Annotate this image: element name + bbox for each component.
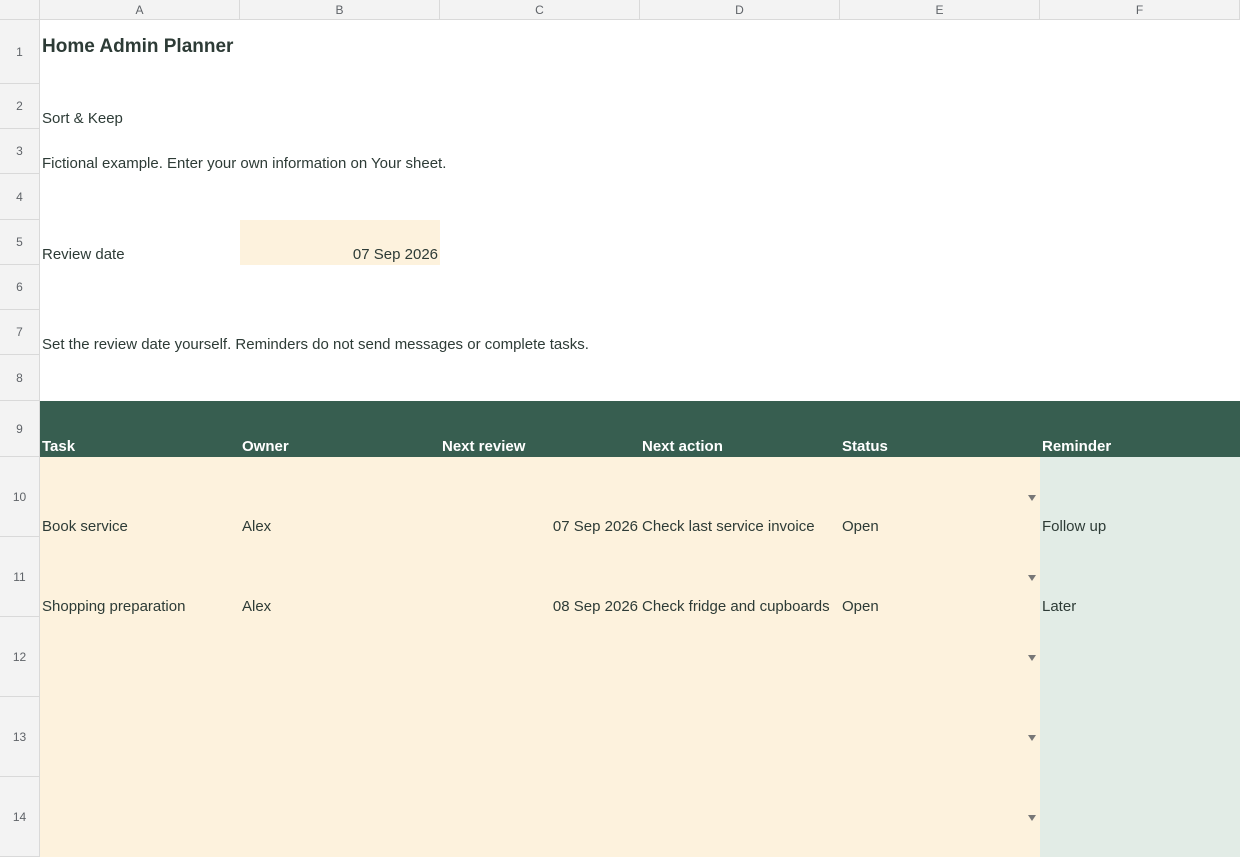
column-header-a[interactable]: A xyxy=(40,0,240,20)
status-dropdown[interactable]: Open xyxy=(840,537,1040,617)
task-cell[interactable]: Book service xyxy=(40,457,240,537)
sheet-subtitle: Sort & Keep xyxy=(42,110,123,127)
row-header-4[interactable]: 4 xyxy=(0,174,40,220)
status-dropdown[interactable] xyxy=(840,697,1040,777)
next-action-cell[interactable]: Check fridge and cupboards xyxy=(640,537,840,617)
header-status: Status xyxy=(842,438,888,455)
status-dropdown[interactable] xyxy=(840,617,1040,697)
column-header-c[interactable]: C xyxy=(440,0,640,20)
column-header-e[interactable]: E xyxy=(840,0,1040,20)
row-header-9[interactable]: 9 xyxy=(0,401,40,457)
row-header-2[interactable]: 2 xyxy=(0,84,40,129)
reminder-cell: Follow up xyxy=(1042,518,1107,535)
row-header-5[interactable]: 5 xyxy=(0,220,40,265)
dropdown-arrow-icon[interactable] xyxy=(1028,815,1036,821)
next-action-cell[interactable]: Check last service invoice xyxy=(640,457,840,537)
column-header-d[interactable]: D xyxy=(640,0,840,20)
header-next-action: Next action xyxy=(642,438,723,455)
header-owner: Owner xyxy=(242,438,289,455)
status-dropdown[interactable]: Open xyxy=(840,457,1040,537)
header-next-review: Next review xyxy=(442,438,526,455)
status-dropdown[interactable] xyxy=(840,777,1040,857)
example-note: Fictional example. Enter your own inform… xyxy=(42,155,447,172)
next-review-cell[interactable]: 07 Sep 2026 xyxy=(440,457,640,537)
row-header-7[interactable]: 7 xyxy=(0,310,40,355)
header-task: Task xyxy=(42,438,76,455)
next-review-cell[interactable]: 08 Sep 2026 xyxy=(440,537,640,617)
row-header-10[interactable]: 10 xyxy=(0,457,40,537)
row-header-13[interactable]: 13 xyxy=(0,697,40,777)
row-header-12[interactable]: 12 xyxy=(0,617,40,697)
dropdown-arrow-icon[interactable] xyxy=(1028,495,1036,501)
row-header-1[interactable]: 1 xyxy=(0,20,40,84)
sheet-title: Home Admin Planner xyxy=(42,36,234,57)
task-cell[interactable]: Shopping preparation xyxy=(40,537,240,617)
dropdown-arrow-icon[interactable] xyxy=(1028,575,1036,581)
owner-cell[interactable]: Alex xyxy=(240,457,440,537)
column-header-b[interactable]: B xyxy=(240,0,440,20)
spreadsheet: A B C D E F 1 2 3 4 5 6 7 8 9 10 11 12 1… xyxy=(0,0,1240,857)
header-reminder: Reminder xyxy=(1042,438,1112,455)
dropdown-arrow-icon[interactable] xyxy=(1028,735,1036,741)
row-header-3[interactable]: 3 xyxy=(0,129,40,174)
column-header-f[interactable]: F xyxy=(1040,0,1240,20)
owner-cell[interactable]: Alex xyxy=(240,537,440,617)
instruction-text: Set the review date yourself. Reminders … xyxy=(42,336,589,353)
row-header-14[interactable]: 14 xyxy=(0,777,40,857)
row-header-6[interactable]: 6 xyxy=(0,265,40,310)
row-header-11[interactable]: 11 xyxy=(0,537,40,617)
review-date-label: Review date xyxy=(42,246,125,263)
select-all-corner[interactable] xyxy=(0,0,40,20)
row-header-8[interactable]: 8 xyxy=(0,355,40,401)
review-date-input[interactable]: 07 Sep 2026 xyxy=(240,220,440,265)
reminder-cell: Later xyxy=(1042,598,1077,615)
dropdown-arrow-icon[interactable] xyxy=(1028,655,1036,661)
